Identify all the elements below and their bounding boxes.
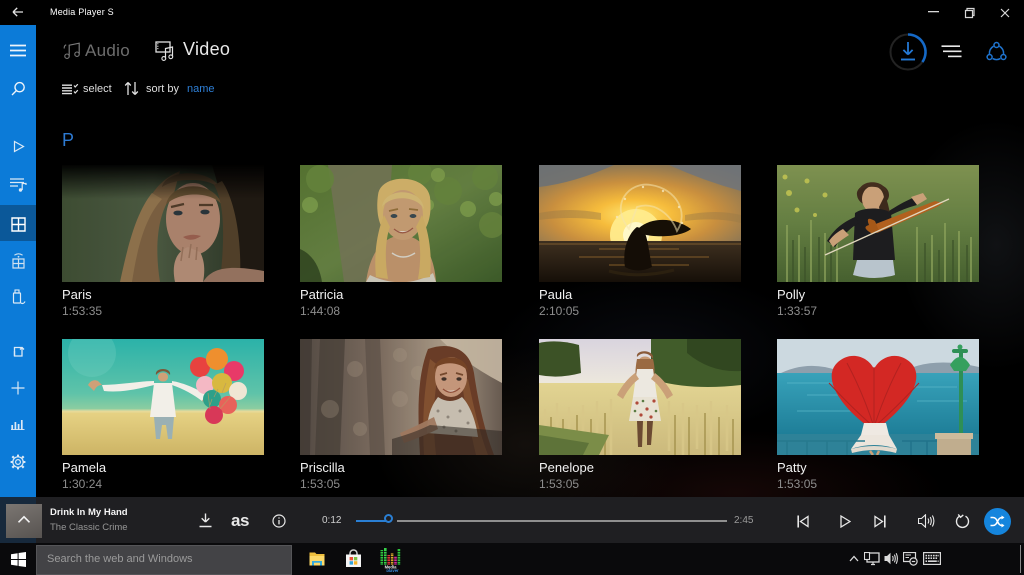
svg-text:as: as — [231, 512, 249, 529]
svg-text:player: player — [386, 568, 399, 572]
